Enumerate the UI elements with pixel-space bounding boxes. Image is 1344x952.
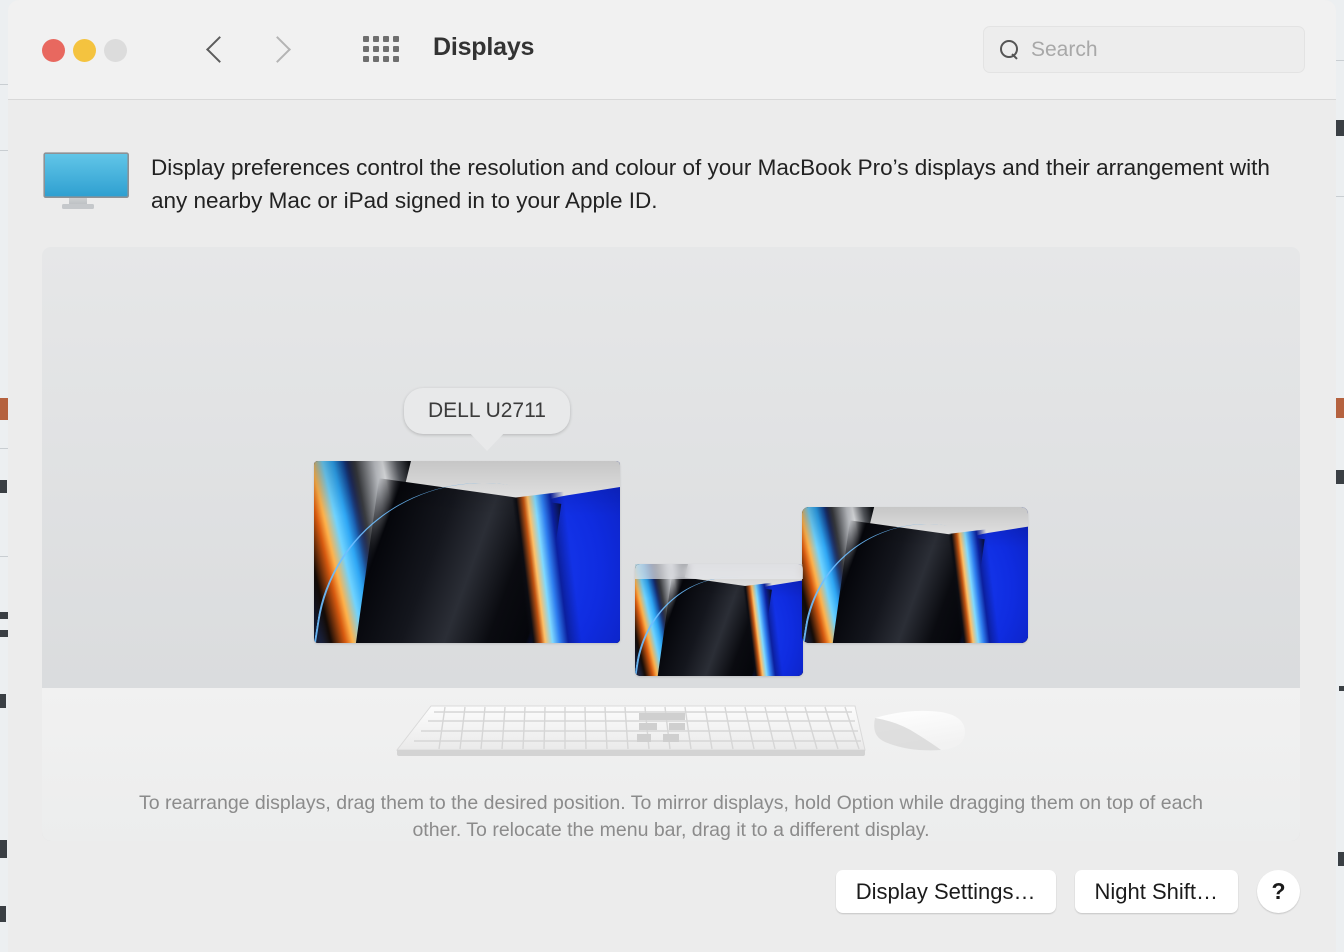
display-settings-button[interactable]: Display Settings…: [835, 870, 1056, 913]
magic-mouse-icon: [869, 708, 969, 759]
intro-text: Display preferences control the resoluti…: [151, 155, 1270, 213]
window-toolbar: Displays: [8, 0, 1336, 100]
menu-bar-strip[interactable]: [635, 564, 803, 579]
bottom-button-row: Display Settings… Night Shift… ?: [835, 870, 1300, 913]
display-thumbnail-third[interactable]: [802, 507, 1028, 643]
wallpaper: [802, 507, 1028, 643]
night-shift-button[interactable]: Night Shift…: [1074, 870, 1238, 913]
page-title: Displays: [433, 33, 535, 61]
arrangement-hint-text: To rearrange displays, drag them to the …: [138, 792, 1204, 841]
zoom-button[interactable]: [104, 39, 127, 62]
peripherals-illustration: [42, 702, 1300, 772]
close-button[interactable]: [42, 39, 65, 62]
chevron-left-icon[interactable]: [206, 30, 230, 70]
navigation-arrows: [206, 30, 290, 70]
display-name-callout: DELL U2711: [404, 388, 570, 434]
search-input[interactable]: [1031, 37, 1281, 62]
traffic-light-group: [42, 39, 127, 62]
display-thumbnail-dell-u2711[interactable]: [314, 461, 620, 643]
wallpaper: [635, 564, 803, 676]
display-thumbnail-built-in[interactable]: [635, 564, 803, 676]
grid-dots-icon[interactable]: [363, 36, 401, 62]
display-monitor-icon: [43, 147, 131, 219]
intro-section: Display preferences control the resoluti…: [43, 147, 1306, 219]
magic-keyboard-icon: [387, 702, 867, 763]
chevron-right-icon[interactable]: [266, 30, 290, 70]
display-arrangement-panel[interactable]: DELL U2711 To rearrange displays, drag t…: [42, 247, 1300, 841]
displays-preferences-window: Displays Search Display preferences cont…: [8, 0, 1336, 952]
help-button[interactable]: ?: [1257, 870, 1300, 913]
wallpaper: [314, 461, 620, 643]
search-field[interactable]: [983, 26, 1305, 73]
minimize-button[interactable]: [73, 39, 96, 62]
search-icon: [1000, 40, 1019, 59]
arrangement-stage[interactable]: DELL U2711: [42, 247, 1300, 688]
